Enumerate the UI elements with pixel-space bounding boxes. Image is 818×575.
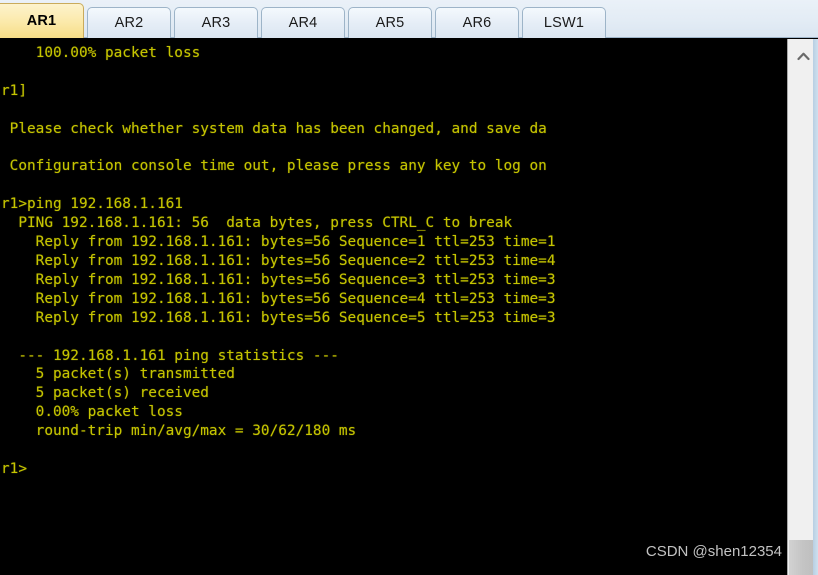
tab-ar3-label: AR3 — [201, 15, 231, 31]
console-output-area[interactable]: 100.00% packet loss r1] Please check whe… — [0, 39, 787, 575]
tab-ar1-label: AR1 — [26, 13, 57, 29]
device-tab-strip: AR1 AR2 AR3 AR4 AR5 AR6 LSW1 — [0, 0, 818, 38]
watermark-label: CSDN @shen12354 — [645, 543, 782, 560]
tab-ar3[interactable]: AR3 — [174, 7, 258, 38]
tab-ar2-label: AR2 — [114, 15, 144, 31]
window-right-edge — [813, 39, 818, 575]
tab-ar4-label: AR4 — [288, 15, 318, 31]
tab-lsw1[interactable]: LSW1 — [522, 7, 606, 38]
tab-ar2[interactable]: AR2 — [87, 7, 171, 38]
tab-ar5[interactable]: AR5 — [348, 7, 432, 38]
tab-ar4[interactable]: AR4 — [261, 7, 345, 38]
console-output-text: 100.00% packet loss r1] Please check whe… — [1, 45, 556, 477]
emulator-window: AR1 AR2 AR3 AR4 AR5 AR6 LSW1 100.00% pac… — [0, 0, 818, 575]
tab-ar6[interactable]: AR6 — [435, 7, 519, 38]
terminal-panel: 100.00% packet loss r1] Please check whe… — [0, 38, 818, 575]
tab-list: AR1 AR2 AR3 AR4 AR5 AR6 LSW1 — [0, 3, 609, 38]
tab-ar1[interactable]: AR1 — [0, 3, 84, 38]
tab-lsw1-label: LSW1 — [543, 15, 585, 31]
tab-ar6-label: AR6 — [462, 15, 492, 31]
tab-ar5-label: AR5 — [375, 15, 405, 31]
